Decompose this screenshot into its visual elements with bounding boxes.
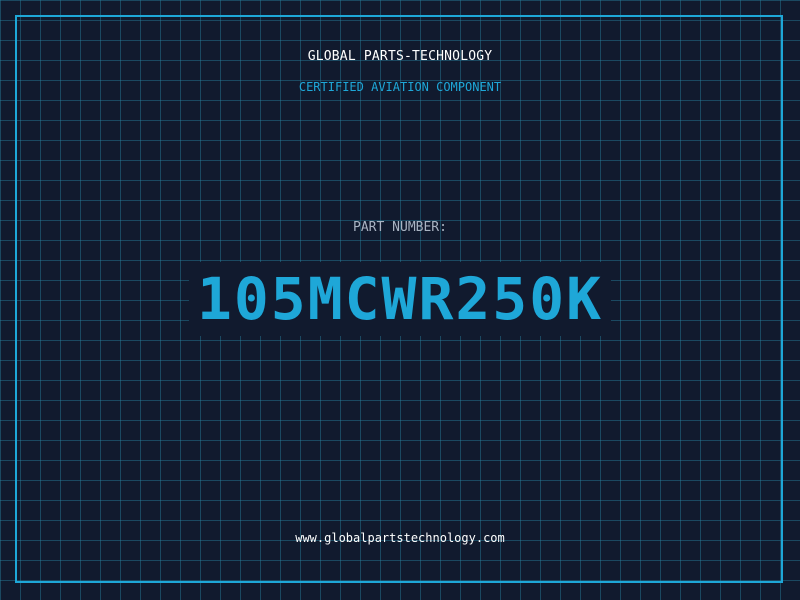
certificate-card: GLOBAL PARTS-TECHNOLOGY CERTIFIED AVIATI… (0, 0, 800, 600)
part-number-value: 105MCWR250K (188, 262, 612, 336)
company-name: GLOBAL PARTS-TECHNOLOGY (307, 49, 493, 64)
part-number-label: PART NUMBER: (353, 220, 447, 235)
certification-subtitle: CERTIFIED AVIATION COMPONENT (298, 80, 502, 94)
website-url: www.globalpartstechnology.com (295, 531, 505, 545)
part-number-container: 105MCWR250K (0, 262, 800, 336)
